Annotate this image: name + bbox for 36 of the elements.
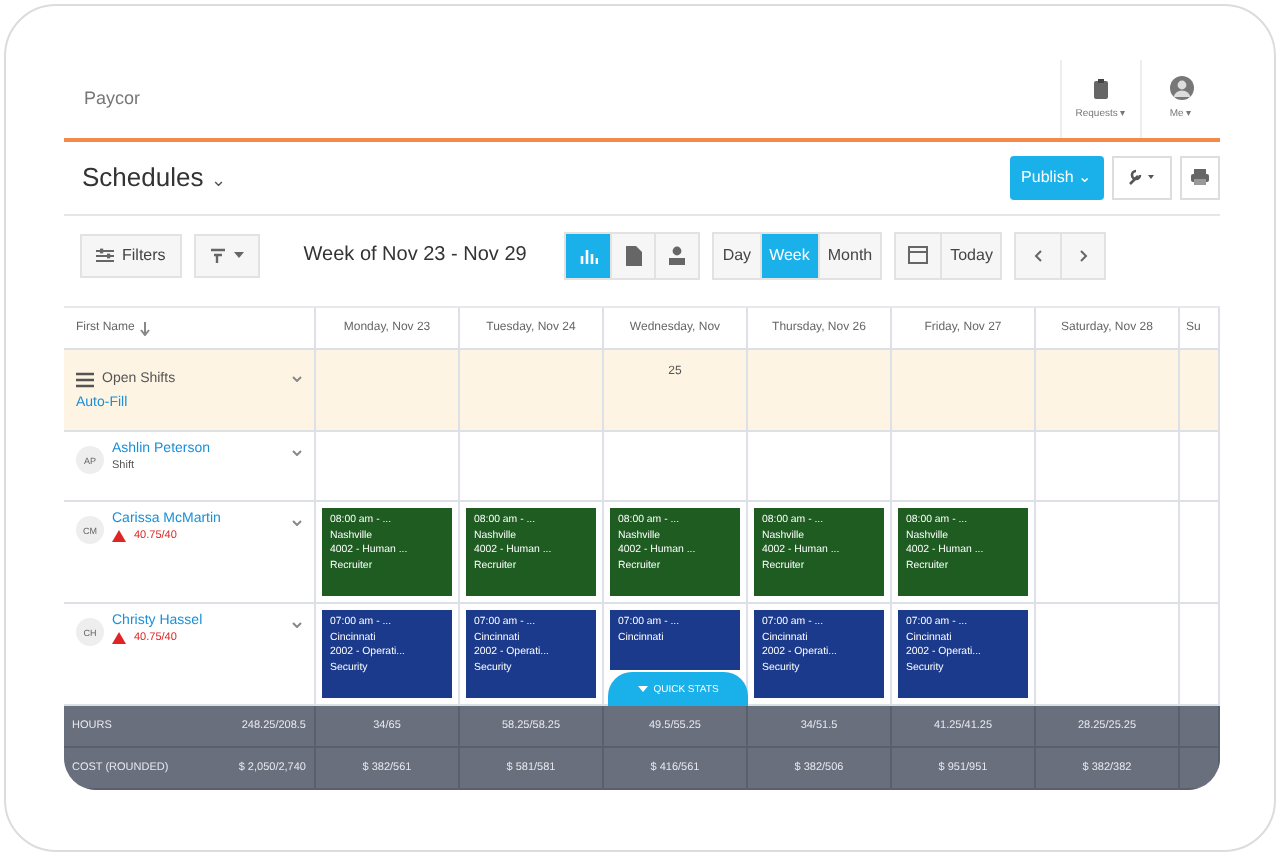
chevron-down-icon[interactable]: [292, 622, 302, 629]
filter-icon: [209, 247, 226, 264]
clipboard-icon: [1092, 77, 1110, 100]
chevron-down-icon[interactable]: [292, 520, 302, 527]
caret-icon: [233, 252, 244, 259]
warning-icon: [112, 530, 126, 543]
caret-icon: [637, 686, 648, 693]
calendar-icon: [908, 246, 929, 265]
wrench-icon: [1128, 168, 1156, 187]
document-icon: [625, 245, 642, 266]
avatar-icon: [1169, 76, 1193, 101]
printer-icon: [1190, 168, 1210, 187]
view-toggle[interactable]: [610, 233, 655, 278]
filter-dropdown[interactable]: [193, 233, 260, 278]
calendar-button[interactable]: [896, 233, 941, 278]
menu-icon: [76, 371, 94, 388]
range-tab[interactable]: Day: [714, 233, 760, 278]
sort-icon[interactable]: [140, 321, 151, 336]
sliders-icon: [96, 247, 114, 264]
week-range: Week of Nov 23 - Nov 29: [303, 244, 527, 267]
print-button[interactable]: [1180, 155, 1220, 200]
warning-icon: [112, 632, 126, 645]
view-toggle[interactable]: [654, 233, 699, 278]
chevron-down-icon[interactable]: [292, 376, 302, 383]
chevron-left-icon: [1034, 249, 1043, 262]
bar-chart-icon: [579, 247, 598, 264]
chevron-right-icon: [1079, 249, 1088, 262]
range-tab[interactable]: Month: [817, 233, 881, 278]
tools-button[interactable]: [1112, 155, 1172, 200]
filters-button[interactable]: Filters: [80, 233, 182, 278]
chevron-down-icon[interactable]: [292, 450, 302, 457]
view-toggle[interactable]: [566, 233, 611, 278]
today-button[interactable]: Today: [940, 233, 1001, 278]
brand-name: Paycor: [84, 88, 141, 109]
page-title-menu[interactable]: Schedules ⌄: [82, 162, 227, 193]
person-icon: [668, 245, 687, 266]
